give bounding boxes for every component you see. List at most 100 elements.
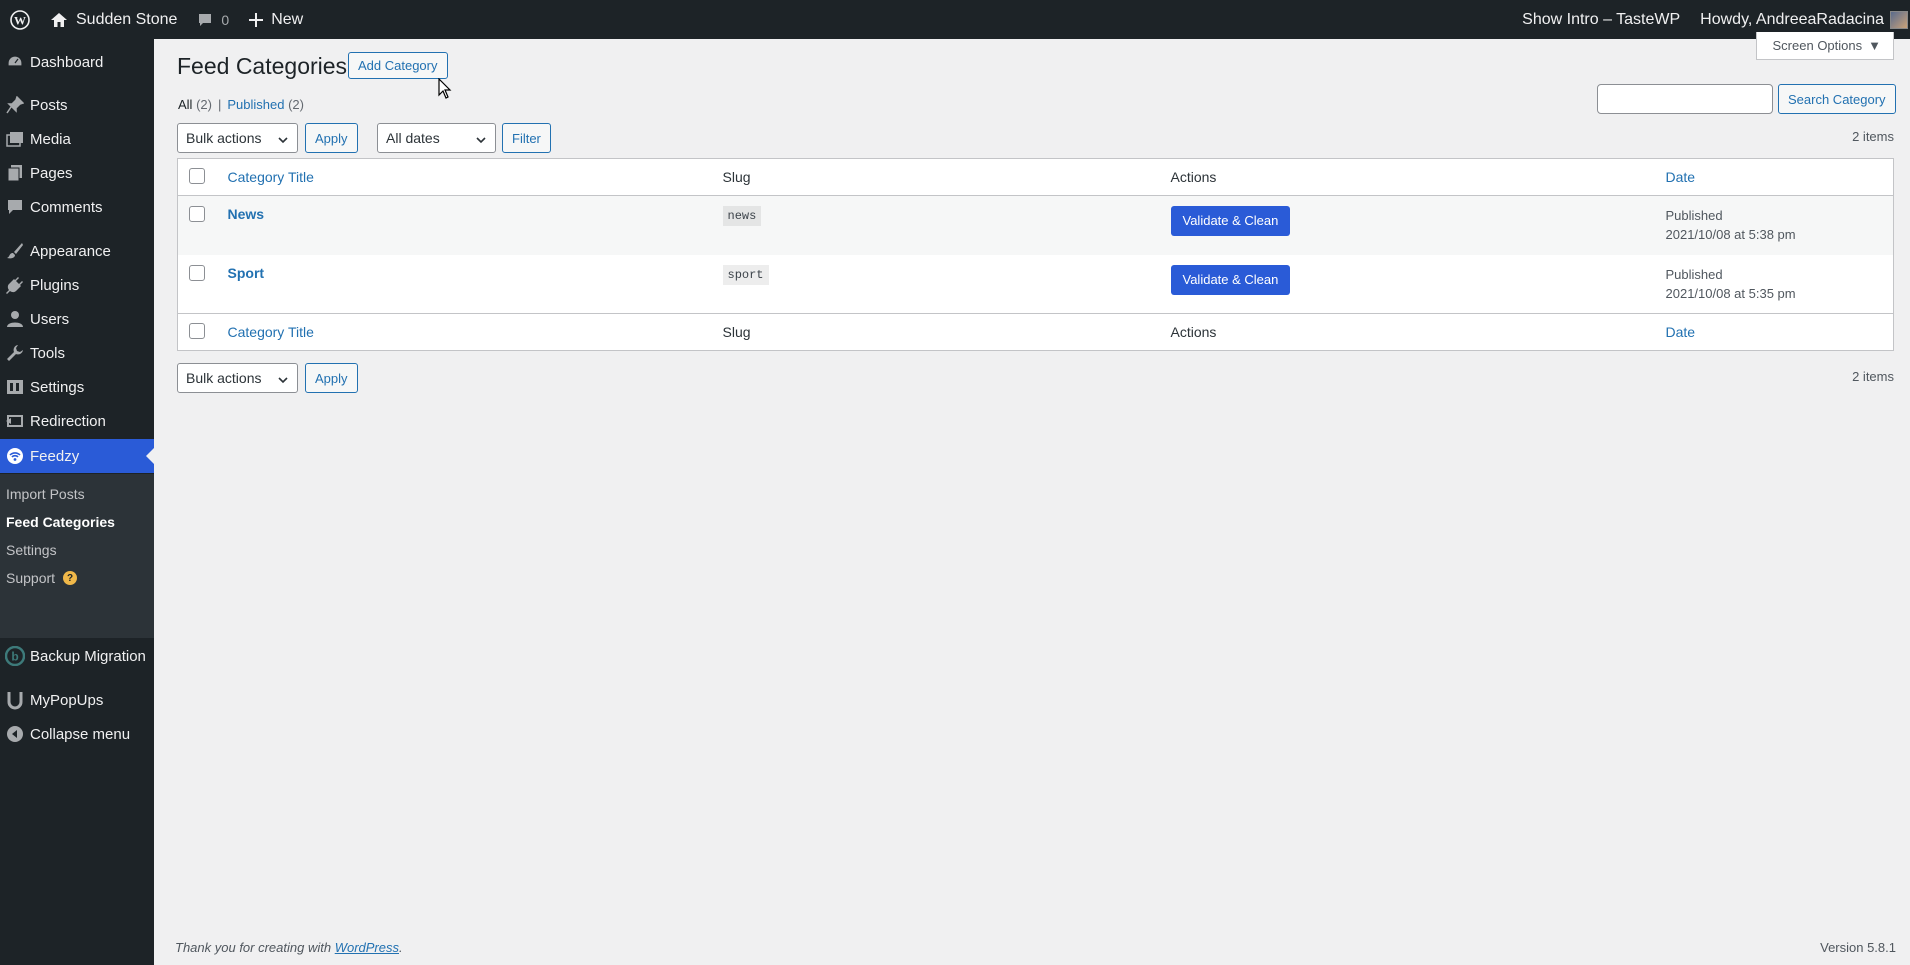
column-label: Slug — [722, 324, 751, 340]
screen-options-button[interactable]: Screen Options ▼ — [1755, 32, 1894, 60]
title-cell: News — [218, 196, 713, 255]
select-all-checkbox[interactable] — [189, 322, 205, 339]
sidebar-item-label: Plugins — [30, 276, 80, 294]
select-all-checkbox[interactable] — [189, 167, 205, 184]
sidebar-item-posts[interactable]: Posts — [0, 88, 154, 122]
dashboard-icon — [0, 53, 30, 71]
sidebar-item-mypopups[interactable]: MyPopUps — [0, 683, 154, 717]
filter-all-label: All — [178, 97, 193, 112]
row-checkbox[interactable] — [189, 264, 205, 281]
column-actions: Actions — [1160, 313, 1656, 351]
sidebar-item-pages[interactable]: Pages — [0, 156, 154, 190]
sidebar-item-plugins[interactable]: Plugins — [0, 268, 154, 302]
submenu-label: Feed Categories — [6, 514, 115, 530]
plug-icon — [0, 276, 30, 294]
slug-value: sport — [722, 264, 769, 285]
row-checkbox-cell — [178, 196, 218, 255]
bulk-actions-value: Bulk actions — [186, 370, 262, 386]
wordpress-link[interactable]: WordPress — [335, 940, 399, 955]
filter-all-count: (2) — [196, 97, 212, 112]
comments-count: 0 — [221, 11, 230, 28]
sidebar-item-users[interactable]: Users — [0, 302, 154, 336]
support-badge-icon: ? — [63, 571, 78, 585]
slug-cell: news — [713, 196, 1161, 255]
row-title-link[interactable]: Sport — [228, 265, 265, 281]
column-category-title[interactable]: Category Title — [217, 158, 713, 196]
sidebar-item-label: Posts — [30, 96, 68, 114]
date-text: 2021/10/08 at 5:38 pm — [1665, 227, 1796, 242]
sidebar-item-backup-migration[interactable]: b Backup Migration — [0, 639, 154, 673]
sidebar-item-comments[interactable]: Comments — [0, 190, 154, 224]
bulk-actions-select-bottom[interactable]: Bulk actions — [177, 363, 298, 393]
column-category-title[interactable]: Category Title — [217, 313, 713, 351]
actions-cell: Validate & Clean — [1161, 196, 1656, 255]
new-content-link[interactable]: New — [239, 0, 313, 39]
comment-icon — [0, 198, 30, 216]
validate-clean-button[interactable]: Validate & Clean — [1170, 206, 1291, 236]
home-icon — [50, 12, 68, 28]
date-text: 2021/10/08 at 5:35 pm — [1665, 285, 1796, 301]
dates-value: All dates — [386, 130, 440, 146]
column-slug: Slug — [712, 158, 1161, 196]
wrench-icon — [0, 344, 30, 362]
filter-published-label: Published — [227, 97, 285, 112]
submenu-item-support[interactable]: Support? — [6, 570, 78, 586]
sidebar-item-settings[interactable]: Settings — [0, 370, 154, 404]
svg-text:b: b — [11, 650, 18, 664]
add-category-button[interactable]: Add Category — [348, 52, 448, 79]
search-input[interactable] — [1597, 84, 1773, 114]
chevron-down-icon — [277, 133, 289, 149]
footer-period: . — [399, 940, 403, 955]
sidebar-item-label: MyPopUps — [30, 691, 104, 709]
bulk-actions-select[interactable]: Bulk actions — [177, 123, 298, 153]
column-date[interactable]: Date — [1655, 158, 1894, 196]
filter-button[interactable]: Filter — [502, 123, 551, 153]
filter-published-link[interactable]: Published (2) — [227, 97, 304, 112]
site-name: Sudden Stone — [76, 10, 178, 28]
table-header-row: Category Title Slug Actions Date — [177, 158, 1894, 196]
sidebar-item-dashboard[interactable]: Dashboard — [0, 45, 154, 79]
date-cell: Published 2021/10/08 at 5:38 pm — [1656, 196, 1894, 255]
row-checkbox-cell — [178, 255, 218, 314]
collapse-icon — [0, 725, 30, 743]
sidebar-item-appearance[interactable]: Appearance — [0, 234, 154, 268]
row-title-link[interactable]: News — [228, 206, 265, 222]
new-label: New — [271, 10, 304, 28]
validate-clean-button[interactable]: Validate & Clean — [1170, 264, 1291, 295]
submenu-label: Support — [6, 570, 56, 586]
sidebar-item-collapse-menu[interactable]: Collapse menu — [0, 717, 154, 751]
sidebar-item-label: Redirection — [30, 412, 106, 430]
submenu-item-import-posts[interactable]: Import Posts — [6, 486, 85, 502]
categories-table: Category Title Slug Actions Date News ne… — [177, 158, 1894, 351]
chevron-down-icon — [475, 133, 487, 149]
backup-icon: b — [0, 646, 30, 666]
show-intro-link[interactable]: Show Intro – TasteWP — [1512, 0, 1690, 39]
apply-button-bottom[interactable]: Apply — [305, 363, 358, 393]
submenu-item-settings[interactable]: Settings — [6, 542, 57, 558]
footer-thanks-text: Thank you for creating with — [175, 940, 332, 955]
svg-text:W: W — [14, 13, 26, 27]
comment-bubble-icon — [197, 12, 213, 28]
apply-button[interactable]: Apply — [305, 123, 358, 153]
sidebar-item-feedzy[interactable]: Feedzy — [0, 439, 154, 473]
table-row: Sport sport Validate & Clean Published 20… — [178, 255, 1894, 314]
plus-icon — [249, 12, 264, 27]
search-category-button[interactable]: Search Category — [1778, 84, 1896, 114]
comments-link[interactable]: 0 — [187, 0, 239, 39]
filter-all-link[interactable]: All (2) — [178, 97, 212, 112]
column-date[interactable]: Date — [1655, 313, 1894, 351]
sidebar-item-redirection[interactable]: Redirection — [0, 404, 154, 438]
row-checkbox[interactable] — [189, 206, 205, 222]
sidebar-item-media[interactable]: Media — [0, 122, 154, 156]
status-text: Published — [1665, 208, 1723, 223]
sidebar-item-tools[interactable]: Tools — [0, 336, 154, 370]
user-icon — [0, 310, 30, 328]
wordpress-logo-icon[interactable]: W — [0, 0, 40, 39]
version-text: Version 5.8.1 — [1820, 940, 1896, 955]
site-name-link[interactable]: Sudden Stone — [40, 0, 187, 39]
column-label: Actions — [1170, 169, 1217, 185]
submenu-item-feed-categories[interactable]: Feed Categories — [6, 514, 115, 530]
dates-select[interactable]: All dates — [377, 123, 496, 153]
main-content: Screen Options ▼ Feed Categories Add Cat… — [154, 32, 1910, 965]
column-label: Slug — [722, 169, 751, 185]
